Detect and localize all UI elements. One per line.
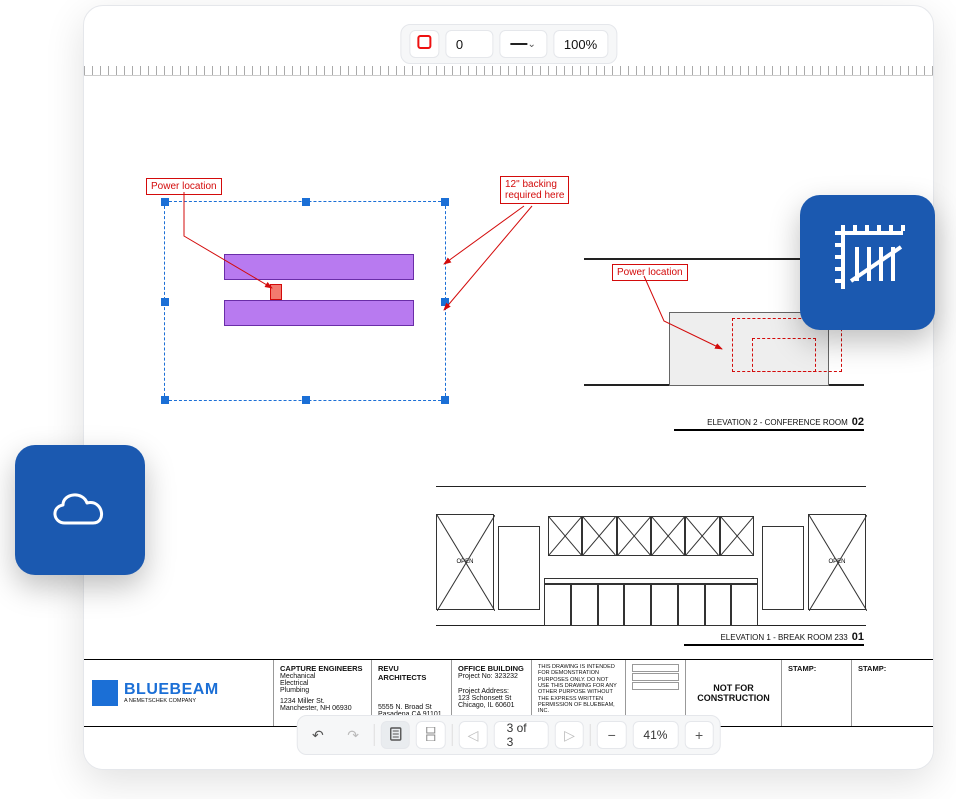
grid-badge — [800, 195, 935, 330]
redo-button[interactable]: ↷ — [339, 721, 368, 749]
triangle-right-icon: ▷ — [564, 727, 575, 744]
bottom-toolbar: ↶ ↷ ◁ 3 of 3 ▷ − 41% + — [296, 715, 721, 755]
cloud-badge — [15, 445, 145, 575]
elevation-1-drawing: OPEN OPEN — [436, 486, 866, 626]
page-continuous-icon — [424, 727, 438, 744]
page-single-icon — [388, 727, 402, 744]
drawing-canvas[interactable]: Power location 12" backing required here… — [84, 66, 933, 769]
callout-power-location-2[interactable]: Power location — [612, 264, 688, 281]
callout-backing-required[interactable]: 12" backing required here — [500, 176, 569, 204]
resize-handle-s[interactable] — [302, 396, 310, 404]
zoom-top-display[interactable]: 100% — [553, 30, 608, 58]
prev-page-button[interactable]: ◁ — [458, 721, 487, 749]
elevation-1-caption: ELEVATION 1 - BREAK ROOM 23301 — [684, 631, 864, 646]
markup-bar-1[interactable] — [224, 254, 414, 280]
resize-handle-sw[interactable] — [161, 396, 169, 404]
tb-stamp-2: STAMP: — [852, 660, 933, 726]
line-style-dropdown[interactable]: ⌄ — [499, 30, 547, 58]
elevation-2-caption: ELEVATION 2 - CONFERENCE ROOM02 — [674, 416, 864, 431]
ruler-horizontal — [84, 66, 933, 76]
resize-handle-se[interactable] — [441, 396, 449, 404]
minus-icon: − — [608, 727, 616, 743]
grid-tally-icon — [825, 217, 911, 308]
rectangle-icon — [416, 34, 432, 55]
resize-handle-n[interactable] — [302, 198, 310, 206]
top-toolbar: 0 ⌄ 100% — [400, 24, 617, 64]
resize-handle-w[interactable] — [161, 298, 169, 306]
undo-button[interactable]: ↶ — [303, 721, 332, 749]
page-indicator[interactable]: 3 of 3 — [494, 721, 549, 749]
chevron-down-icon: ⌄ — [527, 39, 535, 50]
cloud-icon — [45, 483, 115, 538]
next-page-button[interactable]: ▷ — [555, 721, 584, 749]
line-solid-icon — [510, 43, 528, 45]
resize-handle-e[interactable] — [441, 298, 449, 306]
view-mode-single-button[interactable] — [381, 721, 410, 749]
zoom-in-button[interactable]: + — [684, 721, 713, 749]
bluebeam-logo: BLUEBEAM A NEMETSCHEK COMPANY — [84, 660, 274, 726]
undo-icon: ↶ — [312, 727, 324, 744]
zoom-display[interactable]: 41% — [632, 721, 678, 749]
zoom-out-button[interactable]: − — [597, 721, 626, 749]
redo-icon: ↷ — [347, 727, 359, 744]
triangle-left-icon: ◁ — [468, 727, 479, 744]
tb-stamp-1: STAMP: — [782, 660, 852, 726]
plus-icon: + — [695, 727, 703, 743]
callout-power-location[interactable]: Power location — [146, 178, 222, 195]
resize-handle-nw[interactable] — [161, 198, 169, 206]
app-window: 0 ⌄ 100% Power location 12" backing requ… — [83, 5, 934, 770]
rectangle-tool-button[interactable] — [409, 30, 439, 58]
line-width-input[interactable]: 0 — [445, 30, 493, 58]
logo-square-icon — [92, 680, 118, 706]
markup-power-symbol[interactable] — [270, 284, 282, 300]
view-mode-continuous-button[interactable] — [416, 721, 445, 749]
resize-handle-ne[interactable] — [441, 198, 449, 206]
markup-bar-2[interactable] — [224, 300, 414, 326]
